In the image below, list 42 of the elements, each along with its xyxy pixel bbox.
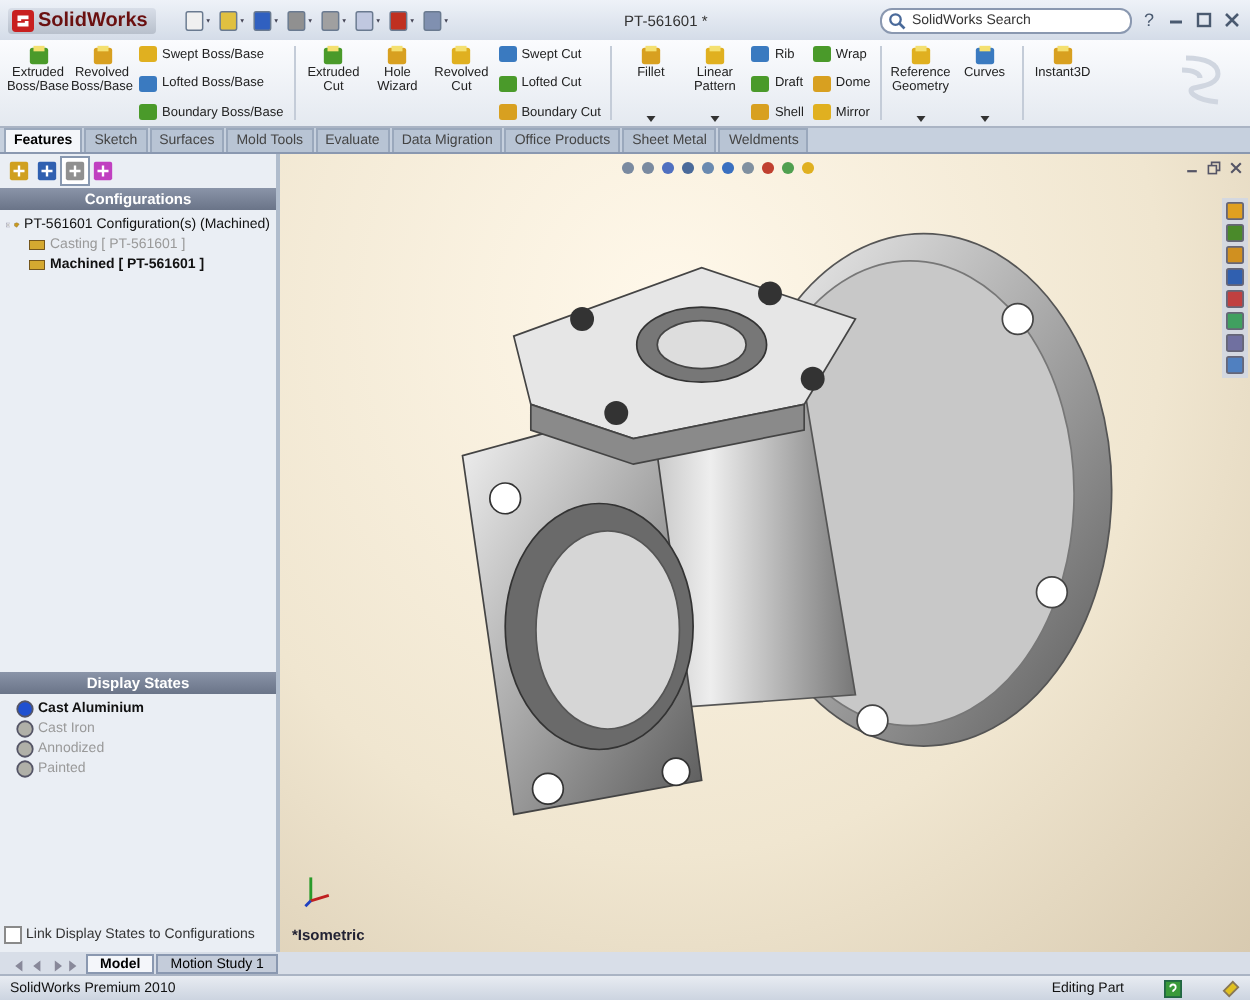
feature-icon	[750, 44, 771, 64]
feature-icon	[639, 44, 662, 66]
toolbar-icon[interactable]	[183, 9, 214, 31]
feature-icon	[811, 73, 832, 93]
feature-icon	[909, 44, 932, 66]
help-button[interactable]: ?	[1139, 10, 1158, 30]
toolbar-icon[interactable]	[285, 9, 316, 31]
toolbar-icon[interactable]	[217, 9, 248, 31]
close-icon[interactable]	[1222, 10, 1242, 30]
feature-icon	[386, 44, 409, 66]
feature-icon	[27, 44, 49, 66]
checkbox[interactable]	[4, 926, 22, 944]
restore-icon[interactable]	[1206, 160, 1222, 176]
feature-icon	[91, 44, 113, 66]
close-icon[interactable]	[1228, 160, 1244, 176]
logo-icon	[12, 9, 34, 31]
feature-icon	[703, 44, 726, 66]
search-icon	[887, 11, 906, 29]
feature-icon	[497, 102, 518, 122]
app-name: SolidWorks	[38, 9, 148, 31]
panel-tab-icon[interactable]	[62, 158, 88, 184]
feature-icon	[1051, 44, 1074, 66]
feature-icon	[450, 44, 473, 66]
feature-icon	[322, 44, 345, 66]
help-icon[interactable]	[1164, 979, 1182, 997]
panel-tab-icon[interactable]	[34, 158, 60, 184]
feature-icon	[497, 44, 518, 64]
feature-icon	[811, 44, 832, 64]
app-logo[interactable]: SolidWorks	[8, 7, 156, 33]
toolbar-icon[interactable]	[251, 9, 282, 31]
maximize-icon[interactable]	[1194, 10, 1214, 30]
toolbar-icon[interactable]	[353, 9, 384, 31]
toolbar-icon[interactable]	[387, 9, 418, 31]
feature-icon	[811, 102, 832, 122]
feature-icon	[750, 73, 771, 93]
feature-icon	[750, 102, 771, 122]
toolbar-icon[interactable]	[421, 9, 452, 31]
feature-icon	[497, 73, 518, 93]
panel-tab-icon[interactable]	[90, 158, 116, 184]
toolbar-icon[interactable]	[319, 9, 350, 31]
rebuild-icon[interactable]	[1222, 979, 1240, 997]
feature-icon	[973, 44, 996, 66]
